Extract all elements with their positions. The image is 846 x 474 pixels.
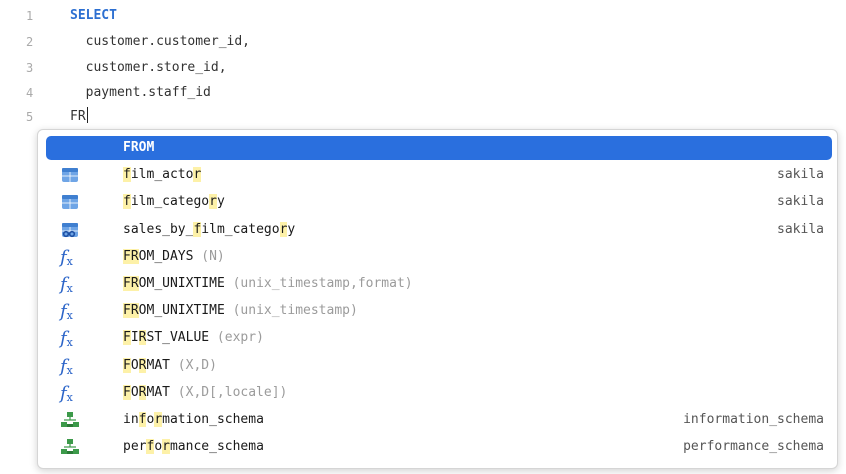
line-number: 4 xyxy=(26,86,34,100)
function-icon: fx xyxy=(60,301,73,323)
match-highlight: F xyxy=(123,276,131,291)
autocomplete-item[interactable]: fx FROM_DAYS (N) xyxy=(46,245,832,269)
code-line: 5 FR xyxy=(0,105,846,129)
match-highlight: f xyxy=(193,221,202,237)
autocomplete-item-label: film_actor xyxy=(123,167,202,183)
schema-name: sakila xyxy=(777,221,824,237)
function-signature: (unix_timestamp,format) xyxy=(224,276,413,291)
function-signature: (X,D[,locale]) xyxy=(169,384,288,400)
match-highlight: F xyxy=(123,357,131,373)
autocomplete-item-label: film_category xyxy=(123,194,225,210)
view-icon xyxy=(60,221,80,239)
match-highlight: F xyxy=(123,303,131,319)
table-icon xyxy=(60,166,80,184)
autocomplete-item[interactable]: fx FROM_UNIXTIME (unix_timestamp,format) xyxy=(46,272,832,296)
autocomplete-item-label: FROM_UNIXTIME (unix_timestamp,format) xyxy=(123,276,413,291)
autocomplete-item-label: performance_schema xyxy=(123,439,264,455)
match-highlight: f xyxy=(138,412,147,427)
line-number: 3 xyxy=(26,61,34,75)
match-highlight: f xyxy=(146,439,155,455)
schema-name: sakila xyxy=(777,194,824,210)
match-highlight: R xyxy=(130,303,139,319)
match-highlight: F xyxy=(123,330,131,346)
autocomplete-item[interactable]: sales_by_film_category sakila xyxy=(46,218,832,242)
match-highlight: R xyxy=(130,276,139,291)
autocomplete-item[interactable]: fx FORMAT (X,D) xyxy=(46,354,832,378)
typed-text: FR xyxy=(70,109,86,124)
line-number: 5 xyxy=(26,110,34,124)
table-icon xyxy=(60,193,80,211)
autocomplete-item[interactable]: film_category sakila xyxy=(46,190,832,214)
match-highlight: r xyxy=(209,194,217,210)
schema-icon xyxy=(60,411,80,429)
autocomplete-item[interactable]: film_actor sakila xyxy=(46,163,832,187)
match-highlight: r xyxy=(279,221,288,237)
autocomplete-item[interactable]: information_schema information_schema xyxy=(46,408,832,432)
line-number: 2 xyxy=(26,35,34,49)
match-highlight: r xyxy=(162,439,170,455)
autocomplete-item-label: sales_by_film_category xyxy=(123,221,296,237)
autocomplete-item-label: FROM xyxy=(123,140,155,155)
match-highlight: R xyxy=(138,357,147,373)
schema-name: sakila xyxy=(777,167,824,183)
function-icon: fx xyxy=(60,328,73,350)
code-line: 2 customer.customer_id, xyxy=(0,30,846,54)
autocomplete-item-label: FIRST_VALUE (expr) xyxy=(123,330,264,346)
autocomplete-popup: FROM film_actor sakila film_category sakila s… xyxy=(37,129,838,469)
line-number: 1 xyxy=(26,9,34,23)
keyword-icon xyxy=(60,139,80,157)
match-highlight: F xyxy=(123,384,131,400)
code-line: 4 payment.staff_id xyxy=(0,81,846,105)
match-highlight: f xyxy=(123,167,131,183)
code-text: payment.staff_id xyxy=(70,85,211,100)
function-icon: fx xyxy=(60,382,73,404)
schema-name: information_schema xyxy=(683,412,824,427)
autocomplete-item-selected[interactable]: FROM xyxy=(46,136,832,160)
match-highlight: R xyxy=(130,248,139,264)
function-signature: (N) xyxy=(193,248,225,264)
match-highlight: r xyxy=(154,412,163,427)
autocomplete-item[interactable]: fx FIRST_VALUE (expr) xyxy=(46,326,832,350)
autocomplete-item-label: FORMAT (X,D[,locale]) xyxy=(123,384,288,400)
sql-editor[interactable]: 1 SELECT 2 customer.customer_id, 3 custo… xyxy=(0,0,846,474)
code-text: SELECT xyxy=(70,8,117,23)
schema-name: performance_schema xyxy=(683,439,824,455)
match-highlight: f xyxy=(123,194,131,210)
autocomplete-item-label: FORMAT (X,D) xyxy=(123,357,217,373)
function-icon: fx xyxy=(60,355,73,377)
code-text: customer.store_id, xyxy=(70,60,227,75)
function-signature: (unix_timestamp) xyxy=(224,303,358,319)
code-text: customer.customer_id, xyxy=(70,34,251,49)
autocomplete-item[interactable]: fx FORMAT (X,D[,locale]) xyxy=(46,381,832,405)
function-signature: (X,D) xyxy=(169,357,217,373)
function-icon: fx xyxy=(60,274,73,296)
schema-icon xyxy=(60,438,80,456)
autocomplete-item[interactable]: performance_schema performance_schema xyxy=(46,435,832,459)
match-highlight: r xyxy=(193,167,202,183)
function-icon: fx xyxy=(60,246,73,268)
code-line: 3 customer.store_id, xyxy=(0,56,846,80)
autocomplete-item-label: FROM_DAYS (N) xyxy=(123,248,225,264)
function-signature: (expr) xyxy=(209,330,264,346)
match-highlight: F xyxy=(123,248,131,264)
code-line: 1 SELECT xyxy=(0,4,846,28)
code-text-current: FR xyxy=(70,105,89,129)
match-highlight: R xyxy=(138,384,147,400)
text-cursor xyxy=(86,107,89,123)
autocomplete-item[interactable]: fx FROM_UNIXTIME (unix_timestamp) xyxy=(46,299,832,323)
match-highlight: R xyxy=(138,330,147,346)
autocomplete-item-label: information_schema xyxy=(123,412,264,427)
autocomplete-item-label: FROM_UNIXTIME (unix_timestamp) xyxy=(123,303,358,319)
